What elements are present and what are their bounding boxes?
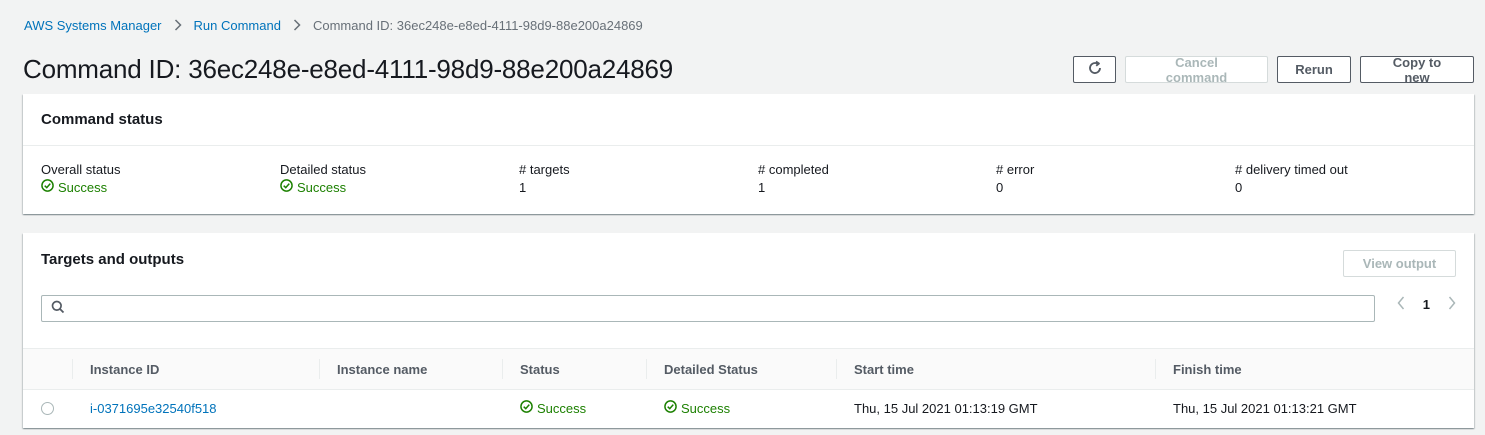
- breadcrumb-run-command[interactable]: Run Command: [194, 18, 281, 33]
- targets-count-label: # targets: [519, 162, 570, 177]
- detailed-status-cell: Success: [664, 390, 730, 426]
- column-divider: [502, 359, 503, 379]
- detailed-status: Detailed status Success: [280, 161, 366, 197]
- finish-time-cell: Thu, 15 Jul 2021 01:13:21 GMT: [1173, 400, 1357, 416]
- column-instance-name[interactable]: Instance name: [337, 349, 427, 389]
- column-detailed-status[interactable]: Detailed Status: [664, 349, 758, 389]
- delivery-timed-out-count: # delivery timed out 0: [1235, 161, 1348, 197]
- command-status-grid: Overall status Success Detailed status S…: [23, 146, 1474, 214]
- status-cell: Success: [520, 390, 586, 426]
- column-divider: [1155, 359, 1156, 379]
- error-count-value: 0: [996, 180, 1004, 195]
- previous-page-icon[interactable]: [1397, 296, 1405, 313]
- detailed-status-text: Success: [681, 400, 731, 416]
- targets-outputs-panel: Targets and outputs View output 1 Instan…: [23, 233, 1474, 428]
- success-icon: [280, 179, 293, 197]
- overall-status-value: Success: [41, 179, 120, 197]
- start-time-cell: Thu, 15 Jul 2021 01:13:19 GMT: [854, 400, 1038, 416]
- column-divider: [319, 359, 320, 379]
- overall-status-text: Success: [58, 180, 108, 195]
- targets-outputs-title: Targets and outputs: [41, 251, 185, 268]
- next-page-icon[interactable]: [1448, 296, 1456, 313]
- search-input[interactable]: [71, 296, 1374, 321]
- page-number[interactable]: 1: [1423, 297, 1430, 312]
- column-divider: [836, 359, 837, 379]
- header-actions: Cancel command Rerun Copy to new: [1073, 55, 1474, 85]
- refresh-icon: [1087, 60, 1103, 79]
- pagination: 1: [1397, 296, 1456, 313]
- success-icon: [664, 400, 677, 416]
- breadcrumb-current: Command ID: 36ec248e-e8ed-4111-98d9-88e2…: [312, 17, 643, 33]
- command-status-header: Command status: [23, 94, 1474, 146]
- completed-count: # completed 1: [758, 161, 829, 197]
- column-divider: [646, 359, 647, 379]
- column-status[interactable]: Status: [520, 349, 560, 389]
- chevron-right-icon: [293, 19, 301, 31]
- success-icon: [520, 400, 533, 416]
- page-title: Command ID: 36ec248e-e8ed-4111-98d9-88e2…: [23, 54, 674, 84]
- copy-to-new-button[interactable]: Copy to new: [1360, 55, 1474, 85]
- delivery-timed-out-value: 0: [1235, 180, 1243, 195]
- row-select-cell: [41, 390, 54, 426]
- detailed-status-label: Detailed status: [280, 162, 366, 177]
- table-header: Instance ID Instance name Status Detaile…: [23, 348, 1474, 390]
- chevron-right-icon: [174, 19, 182, 31]
- table-row[interactable]: i-0371695e32540f518 Success Success Thu,…: [23, 390, 1474, 428]
- delivery-timed-out-label: # delivery timed out: [1235, 162, 1348, 177]
- rerun-button[interactable]: Rerun: [1277, 56, 1351, 83]
- cancel-command-button[interactable]: Cancel command: [1125, 55, 1268, 85]
- column-divider: [72, 359, 73, 379]
- completed-count-value: 1: [758, 180, 766, 195]
- breadcrumb-systems-manager[interactable]: AWS Systems Manager: [24, 18, 162, 33]
- completed-count-label: # completed: [758, 162, 829, 177]
- detailed-status-text: Success: [297, 180, 347, 195]
- row-select-radio[interactable]: [41, 401, 54, 415]
- refresh-button[interactable]: [1073, 56, 1116, 83]
- column-instance-id[interactable]: Instance ID: [90, 349, 159, 389]
- detailed-status-value: Success: [280, 179, 366, 197]
- search-field[interactable]: [41, 295, 1375, 322]
- command-status-panel: Command status Overall status Success De…: [23, 94, 1474, 214]
- column-finish-time[interactable]: Finish time: [1173, 349, 1242, 389]
- instance-id-link[interactable]: i-0371695e32540f518: [90, 390, 217, 426]
- column-start-time[interactable]: Start time: [854, 349, 914, 389]
- search-icon: [51, 300, 65, 317]
- error-count: # error 0: [996, 161, 1034, 197]
- success-icon: [41, 179, 54, 197]
- overall-status: Overall status Success: [41, 161, 120, 197]
- view-output-button[interactable]: View output: [1343, 250, 1456, 277]
- breadcrumb: AWS Systems Manager Run Command Command …: [24, 16, 643, 34]
- targets-count-value: 1: [519, 180, 527, 195]
- targets-count: # targets 1: [519, 161, 570, 197]
- error-count-label: # error: [996, 162, 1035, 177]
- status-text: Success: [537, 400, 587, 416]
- command-status-title: Command status: [41, 111, 163, 128]
- overall-status-label: Overall status: [41, 162, 121, 177]
